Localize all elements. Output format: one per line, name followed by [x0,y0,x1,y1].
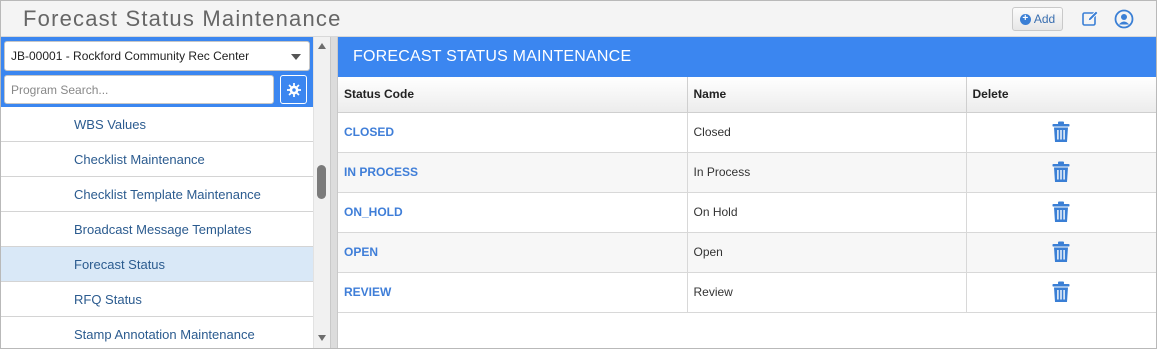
status-code-link[interactable]: IN PROCESS [338,152,688,193]
status-code-link[interactable]: REVIEW [338,272,688,313]
sidebar-header: JB-00001 - Rockford Community Rec Center [1,37,313,107]
status-table: Status Code Name Delete CLOSED Closed IN… [338,77,1156,313]
add-button-label: Add [1033,12,1056,26]
panel-splitter[interactable] [330,37,338,348]
table-row: OPEN Open [338,232,1156,273]
gear-icon [286,82,301,97]
column-header-status-code[interactable]: Status Code [338,77,688,113]
nav-item-label: RFQ Status [74,291,142,307]
nav-item-label: Broadcast Message Templates [74,221,252,237]
project-select-value: JB-00001 - Rockford Community Rec Center [11,49,250,63]
table-row: REVIEW Review [338,272,1156,313]
delete-cell [966,272,1156,313]
status-name: On Hold [687,192,967,233]
table-row: CLOSED Closed [338,112,1156,153]
nav-item-label: Stamp Annotation Maintenance [74,326,255,342]
nav-item-broadcast-message-templates[interactable]: Broadcast Message Templates [1,212,313,247]
trash-icon[interactable] [1052,161,1070,183]
status-name: Closed [687,112,967,153]
search-settings-button[interactable] [280,75,307,104]
sidebar: JB-00001 - Rockford Community Rec Center [1,37,330,348]
nav-item-label: Forecast Status [74,256,166,272]
nav-item-forecast-status[interactable]: Forecast Status [1,247,313,282]
delete-cell [966,112,1156,153]
status-code-link[interactable]: ON_HOLD [338,192,688,233]
nav-item-checklist-template-maintenance[interactable]: Checklist Template Maintenance [1,177,313,212]
delete-cell [966,152,1156,193]
status-name: Open [687,232,967,273]
delete-cell [966,232,1156,273]
table-row: ON_HOLD On Hold [338,192,1156,233]
trash-icon[interactable] [1052,201,1070,223]
nav-item-stamp-annotation-maintenance[interactable]: Stamp Annotation Maintenance [1,317,313,348]
scroll-up-icon[interactable] [318,43,326,49]
program-search-input[interactable] [4,75,274,104]
status-name: Review [687,272,967,313]
delete-cell [966,192,1156,233]
scrollbar-thumb[interactable] [317,165,326,199]
plus-circle-icon: + [1019,13,1031,25]
column-header-name[interactable]: Name [687,77,967,113]
add-button[interactable]: + Add [1012,7,1063,31]
nav-item-wbs-values[interactable]: WBS Values [1,107,313,142]
column-header-delete: Delete [966,77,1156,113]
nav-item-rfq-status[interactable]: RFQ Status [1,282,313,317]
app-window: Forecast Status Maintenance + Add JB-000… [0,0,1157,349]
edit-icon[interactable] [1081,10,1099,28]
scroll-down-icon[interactable] [318,335,326,341]
sidebar-scrollbar[interactable] [313,37,330,348]
table-header-row: Status Code Name Delete [338,77,1156,113]
trash-icon[interactable] [1052,121,1070,143]
chevron-down-icon [291,54,301,60]
table-row: IN PROCESS In Process [338,152,1156,193]
status-code-link[interactable]: CLOSED [338,112,688,153]
status-name: In Process [687,152,967,193]
nav-item-label: Checklist Maintenance [74,151,205,167]
status-code-link[interactable]: OPEN [338,232,688,273]
page-title: Forecast Status Maintenance [23,6,342,31]
trash-icon[interactable] [1052,281,1070,303]
main-panel: FORECAST STATUS MAINTENANCE Status Code … [338,37,1156,348]
nav-item-label: WBS Values [74,116,147,132]
user-icon[interactable] [1114,9,1134,29]
nav-list: WBS Values Checklist Maintenance Checkli… [1,107,313,348]
title-bar: Forecast Status Maintenance + Add [1,1,1156,37]
panel-header: FORECAST STATUS MAINTENANCE [338,37,1156,77]
trash-icon[interactable] [1052,241,1070,263]
nav-item-checklist-maintenance[interactable]: Checklist Maintenance [1,142,313,177]
nav-item-label: Checklist Template Maintenance [74,186,261,202]
project-select[interactable]: JB-00001 - Rockford Community Rec Center [4,41,310,71]
